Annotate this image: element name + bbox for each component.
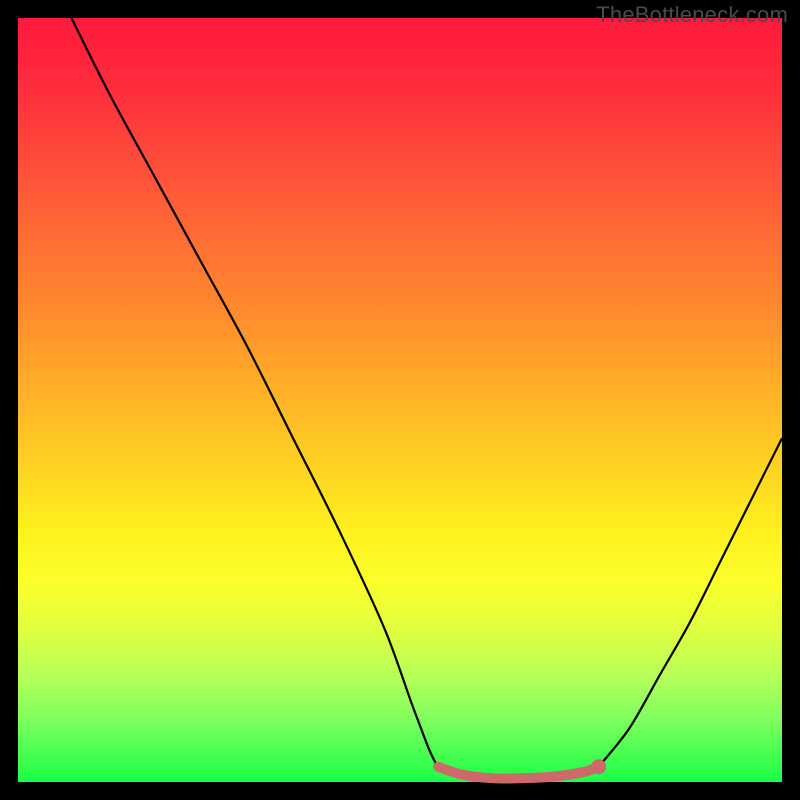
chart-frame: TheBottleneck.com	[0, 0, 800, 800]
curve-right	[596, 438, 782, 769]
highlight-floor	[438, 767, 598, 779]
curve-left	[71, 18, 598, 779]
watermark-text: TheBottleneck.com	[596, 2, 788, 28]
marker-dot	[592, 760, 606, 774]
curve-layer	[18, 18, 782, 782]
